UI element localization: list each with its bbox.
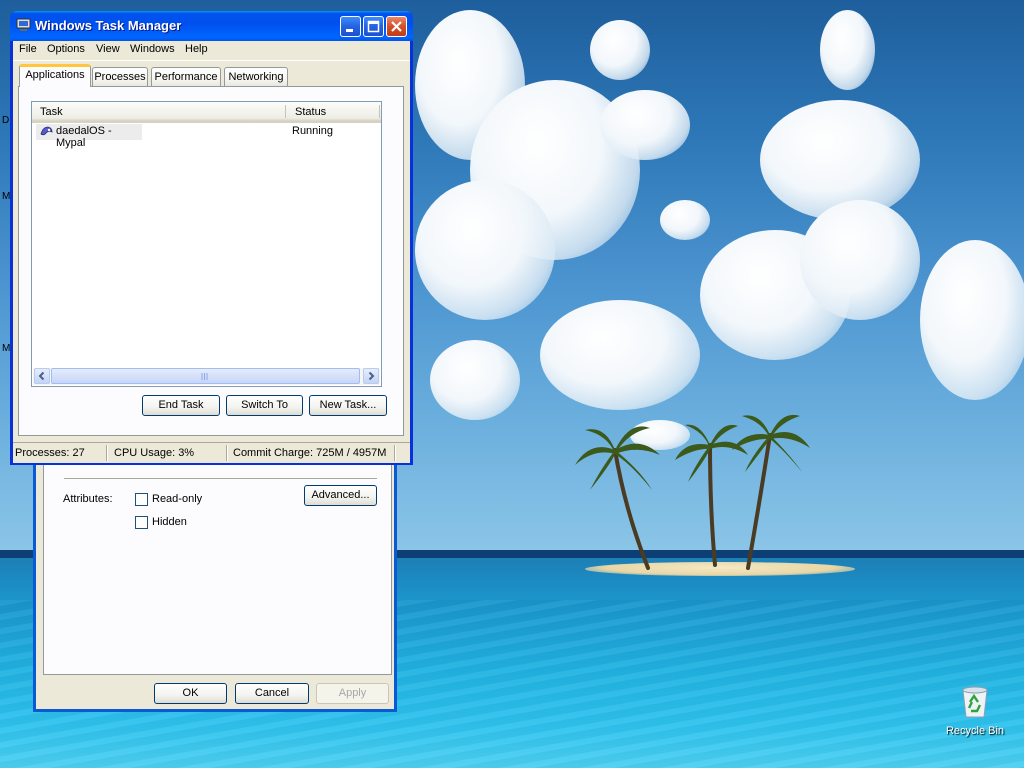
cancel-button[interactable]: Cancel [235,683,309,704]
column-divider[interactable] [379,105,380,118]
menu-options[interactable]: Options [47,43,85,55]
properties-dialog-body: Attributes: Read-only Hidden Advanced...… [36,440,394,709]
palm-trees [575,414,810,570]
read-only-label[interactable]: Read-only [152,493,202,505]
close-icon [391,21,402,32]
status-divider [106,445,108,461]
scroll-left-button[interactable] [34,368,50,384]
task-manager-icon [16,18,31,31]
tab-processes[interactable]: Processes [92,67,148,86]
advanced-button[interactable]: Advanced... [304,485,377,506]
hidden-label[interactable]: Hidden [152,516,187,528]
title-bar[interactable]: Windows Task Manager [10,11,413,41]
hidden-checkbox[interactable] [135,516,148,529]
new-task-button[interactable]: New Task... [309,395,387,416]
scroll-thumb[interactable] [51,368,360,384]
cloud [590,20,650,80]
end-task-button[interactable]: End Task [142,395,220,416]
chevron-right-icon [368,371,375,381]
attributes-label: Attributes: [63,493,113,505]
task-manager-body: File Options View Windows Help Applicati… [13,41,410,463]
tab-applications[interactable]: Applications [19,64,91,87]
close-button[interactable] [386,16,407,37]
menu-help[interactable]: Help [185,43,208,55]
task-status: Running [292,125,333,137]
scroll-right-button[interactable] [363,368,379,384]
cloud [600,90,690,160]
cloud [760,100,920,220]
cloud [820,10,875,90]
minimize-icon [346,29,353,32]
cloud [430,340,520,420]
app-icon [40,126,53,136]
ok-button[interactable]: OK [154,683,227,704]
cloud [800,200,920,320]
status-cpu: CPU Usage: 3% [114,447,195,459]
switch-to-button[interactable]: Switch To [226,395,303,416]
properties-dialog: Attributes: Read-only Hidden Advanced...… [33,440,397,712]
recycle-bin-shortcut[interactable]: Recycle Bin [940,684,1010,737]
window-title: Windows Task Manager [35,18,182,33]
tab-performance[interactable]: Performance [151,67,221,86]
menu-windows[interactable]: Windows [130,43,175,55]
status-processes: Processes: 27 [15,447,85,459]
cloud [920,240,1024,400]
task-name: daedalOS - Mypal [56,125,112,149]
menu-bar: File Options View Windows Help [13,41,410,60]
status-divider [394,445,396,461]
status-divider [226,445,228,461]
menu-file[interactable]: File [19,43,37,55]
cloud [660,200,710,240]
grip-icon [201,373,208,380]
column-header-status[interactable]: Status [295,106,326,118]
apply-button[interactable]: Apply [316,683,389,704]
table-row[interactable]: daedalOS - Mypal [36,124,142,149]
menu-divider [13,60,410,61]
column-divider[interactable] [285,105,286,118]
cloud [415,180,555,320]
desktop-icon-fragment[interactable]: D [2,115,9,126]
recycle-bin-icon [962,686,988,718]
properties-tab-pane: Attributes: Read-only Hidden Advanced... [43,444,392,675]
column-header-task[interactable]: Task [40,106,63,118]
tab-networking[interactable]: Networking [224,67,288,86]
menu-view[interactable]: View [96,43,120,55]
minimize-button[interactable] [340,16,361,37]
horizontal-scrollbar[interactable] [33,368,380,385]
status-bar: Processes: 27 CPU Usage: 3% Commit Charg… [13,442,410,463]
status-commit: Commit Charge: 725M / 4957M [233,447,387,459]
maximize-icon [367,20,380,33]
read-only-checkbox[interactable] [135,493,148,506]
maximize-button[interactable] [363,16,384,37]
task-manager-window: Windows Task Manager File Options View W… [10,11,413,465]
recycle-bin-label: Recycle Bin [945,725,1005,737]
chevron-left-icon [38,371,45,381]
task-list-header: Task Status [32,102,381,123]
task-list[interactable]: Task Status daedalOS - Mypal Running [31,101,382,387]
divider [64,478,377,479]
cloud [540,300,700,410]
